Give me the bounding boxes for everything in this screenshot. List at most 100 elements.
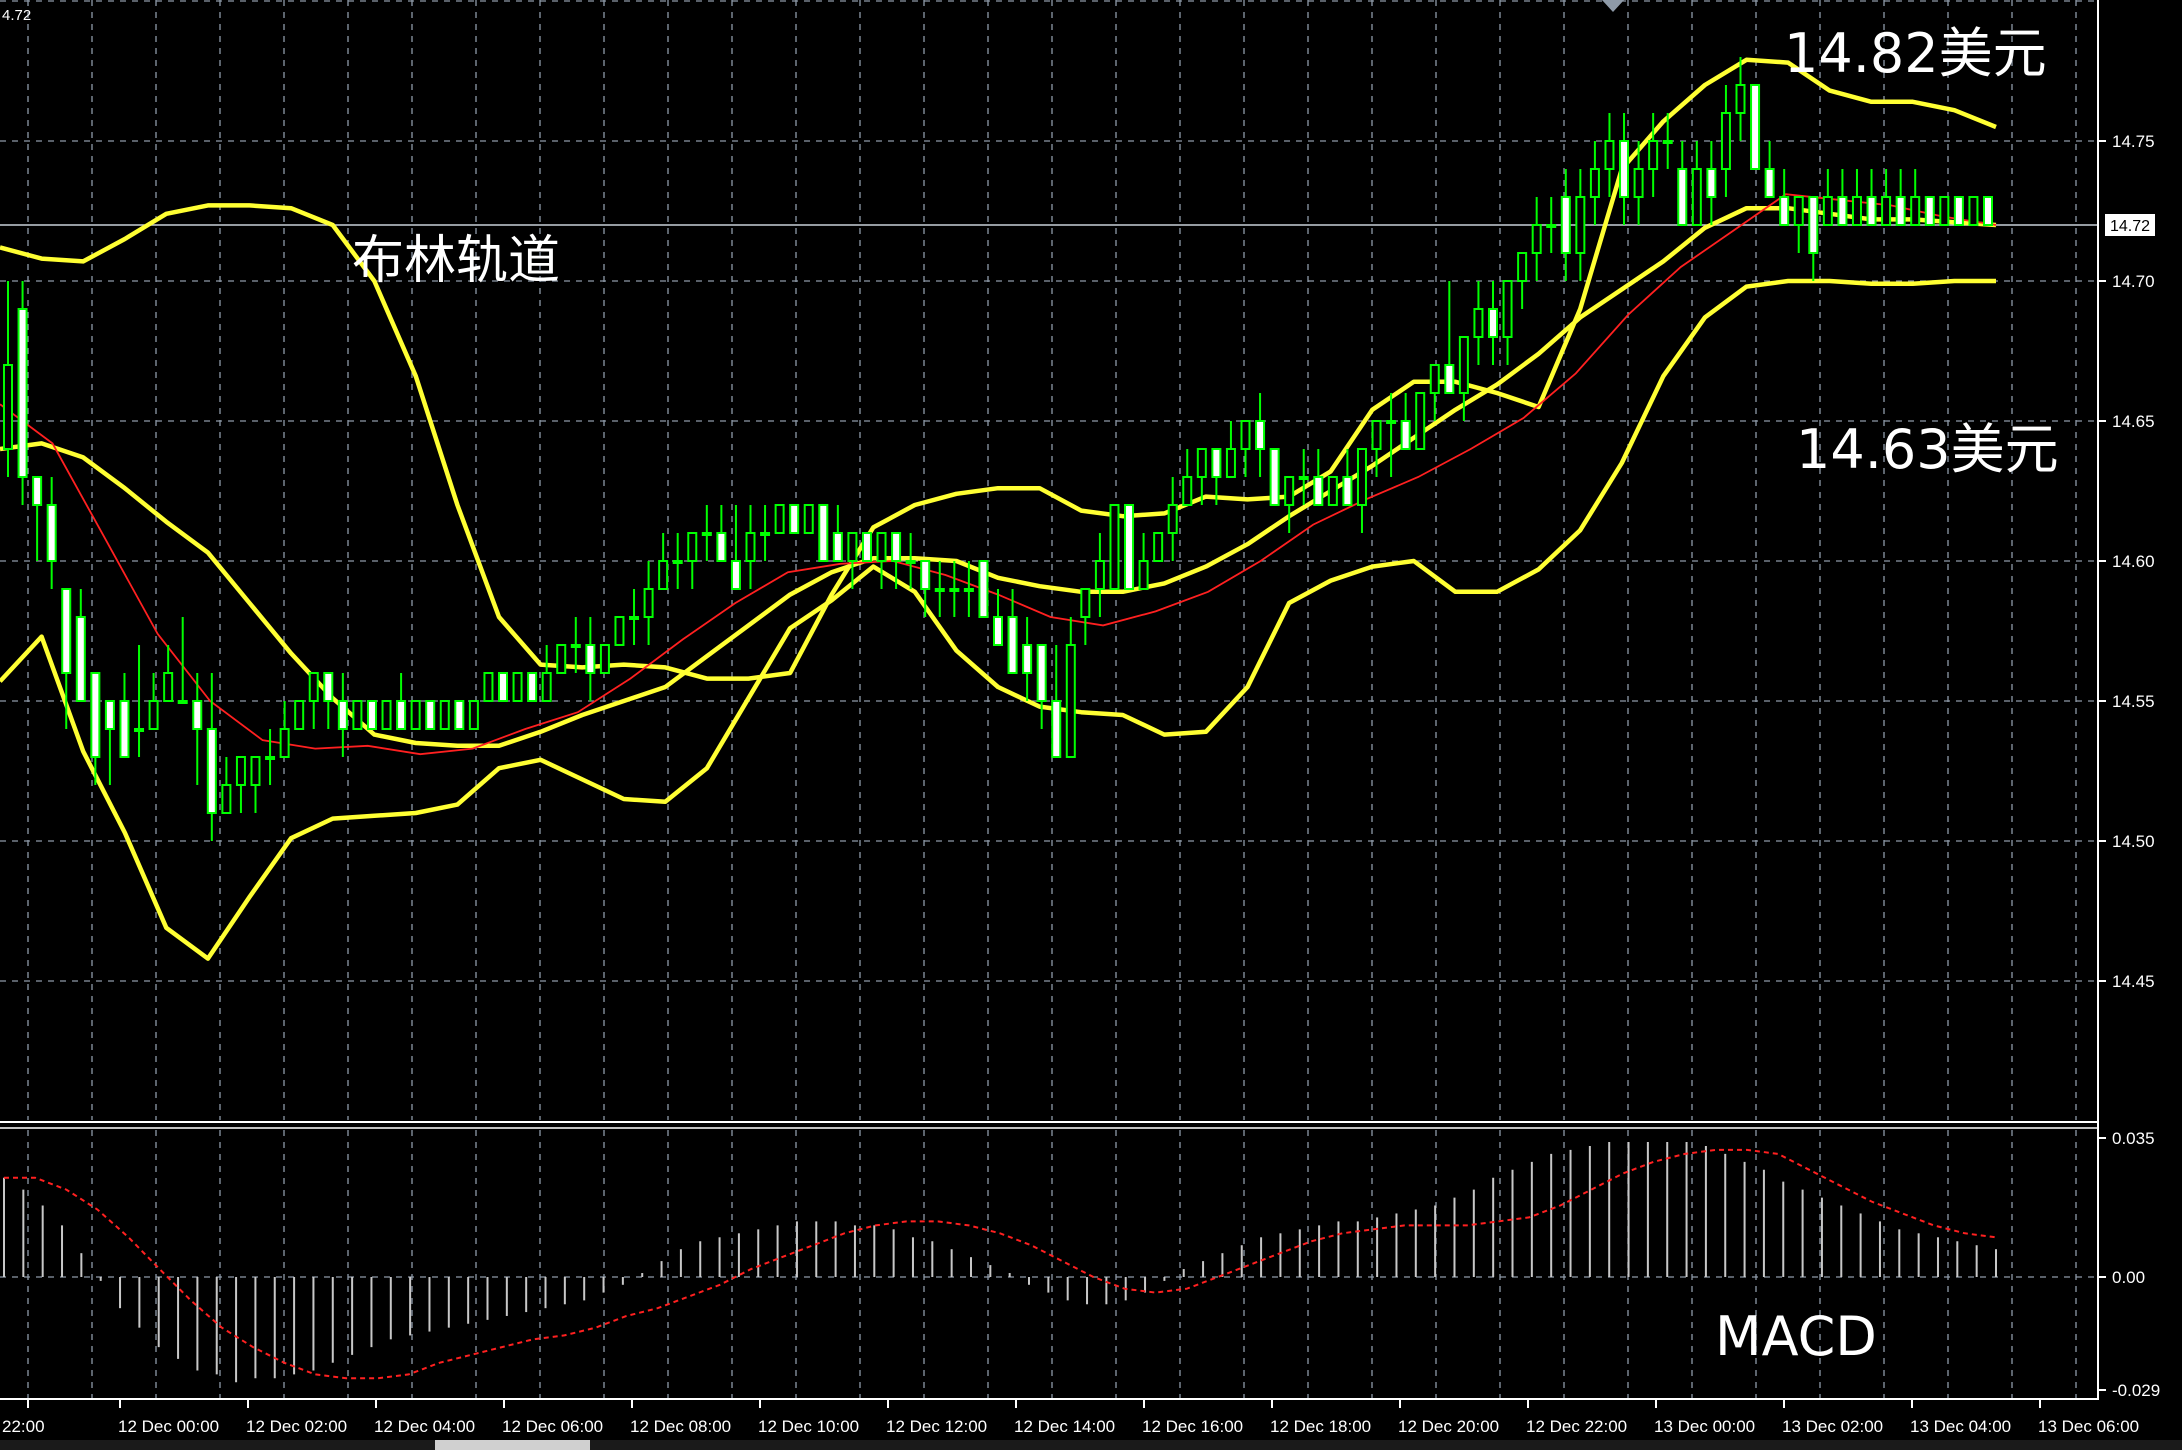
candle-body bbox=[1109, 504, 1120, 590]
time-tick-label: 13 Dec 04:00 bbox=[1910, 1417, 2011, 1436]
candle-body bbox=[716, 532, 727, 562]
candle-body bbox=[1327, 476, 1338, 506]
candle-body bbox=[891, 532, 902, 562]
candle-body bbox=[1881, 196, 1892, 226]
time-axis-ticks: 22:00 12 Dec 00:00 12 Dec 02:00 12 Dec 04:0… bbox=[2, 1399, 2139, 1436]
main-grid bbox=[0, 0, 2098, 1120]
candle-body bbox=[2, 364, 14, 450]
time-tick-label: 13 Dec 06:00 bbox=[2038, 1417, 2139, 1436]
candle-body bbox=[672, 560, 683, 564]
candle-body bbox=[221, 784, 232, 814]
candle-body bbox=[294, 700, 305, 730]
candle-body bbox=[527, 672, 538, 702]
moving-average bbox=[0, 193, 1997, 756]
candle-body bbox=[1182, 476, 1193, 506]
time-tick-label: 12 Dec 20:00 bbox=[1398, 1417, 1499, 1436]
candle-body bbox=[381, 700, 392, 730]
candle-body bbox=[1808, 196, 1819, 254]
macd-signal-line bbox=[4, 1148, 1997, 1380]
candlesticks bbox=[2, 57, 1994, 841]
candle-body bbox=[1240, 420, 1251, 450]
candle-body bbox=[90, 672, 101, 758]
candle-body bbox=[1225, 448, 1236, 478]
candle-body bbox=[614, 616, 625, 646]
candle-body bbox=[32, 476, 43, 506]
candle-body bbox=[1094, 560, 1105, 590]
macd-axis-ticks: 0.035 0.00 -0.029 bbox=[2098, 1129, 2160, 1400]
candle-body bbox=[1284, 476, 1295, 506]
candle-body bbox=[556, 644, 567, 674]
candle-body bbox=[1706, 168, 1717, 198]
candle-body bbox=[1604, 140, 1615, 170]
price-tick-label: 14.45 bbox=[2112, 972, 2155, 991]
candle-body bbox=[1400, 420, 1411, 450]
candle-body bbox=[861, 532, 872, 562]
bottom-strip bbox=[0, 1440, 2182, 1450]
candle-body bbox=[265, 756, 276, 760]
macd-label: MACD bbox=[1715, 1305, 1877, 1368]
macd-tick-label: 0.00 bbox=[2112, 1268, 2145, 1287]
candle-body bbox=[1735, 84, 1746, 114]
candle-body bbox=[1313, 476, 1324, 506]
candle-body bbox=[1371, 420, 1382, 450]
candle-body bbox=[876, 532, 887, 562]
price-tick-label: 14.50 bbox=[2112, 832, 2155, 851]
moving-average-line bbox=[0, 193, 1997, 756]
time-tick-label: 12 Dec 14:00 bbox=[1014, 1417, 1115, 1436]
candle-body bbox=[1167, 504, 1178, 534]
candle-body bbox=[963, 588, 974, 592]
candle-body bbox=[1138, 560, 1149, 590]
candle-body bbox=[992, 616, 1004, 646]
candle-body bbox=[832, 532, 843, 562]
candle-body bbox=[1968, 196, 1979, 226]
time-tick-label: 13 Dec 02:00 bbox=[1782, 1417, 1883, 1436]
candle-body bbox=[323, 672, 334, 702]
candle-body bbox=[789, 504, 800, 534]
candle-body bbox=[17, 308, 28, 478]
candle-body bbox=[745, 532, 756, 562]
candle-body bbox=[134, 728, 145, 732]
candle-body bbox=[1517, 252, 1528, 282]
candle-body bbox=[1560, 196, 1571, 254]
macd-tick-label: 0.035 bbox=[2112, 1129, 2155, 1148]
chart-shift-icon[interactable] bbox=[1602, 0, 1624, 12]
time-tick-label: 12 Dec 08:00 bbox=[630, 1417, 731, 1436]
candle-body bbox=[1750, 84, 1761, 170]
candle-body bbox=[1386, 420, 1397, 424]
horizontal-scrollbar[interactable] bbox=[435, 1440, 590, 1450]
time-tick-label: 12 Dec 22:00 bbox=[1526, 1417, 1627, 1436]
candle-body bbox=[1953, 196, 1964, 226]
candle-body bbox=[1502, 280, 1513, 338]
time-tick-label: 12 Dec 00:00 bbox=[118, 1417, 219, 1436]
candle-body bbox=[483, 672, 494, 702]
candle-body bbox=[599, 644, 610, 674]
candle-body bbox=[934, 588, 945, 592]
time-tick-label: 12 Dec 18:00 bbox=[1270, 1417, 1371, 1436]
candle-body bbox=[643, 588, 654, 618]
candle-body bbox=[1531, 224, 1542, 254]
candle-body bbox=[250, 756, 261, 786]
candle-body bbox=[730, 560, 741, 590]
macd-tick-label: -0.029 bbox=[2112, 1381, 2160, 1400]
price-chart[interactable]: 14.75 14.70 14.65 14.60 14.55 14.50 14.45 0.03… bbox=[0, 0, 2182, 1450]
candle-body bbox=[1211, 448, 1222, 478]
time-tick-label: 12 Dec 04:00 bbox=[374, 1417, 475, 1436]
candle-body bbox=[774, 504, 785, 534]
time-tick-label: 12 Dec 02:00 bbox=[246, 1417, 347, 1436]
candle-body bbox=[75, 616, 86, 702]
candle-body bbox=[1356, 448, 1367, 506]
candle-body bbox=[1691, 168, 1702, 226]
candle-body bbox=[570, 644, 581, 648]
candle-body bbox=[1982, 196, 1994, 226]
price-tick-label: 14.75 bbox=[2112, 132, 2155, 151]
candle-body bbox=[1007, 616, 1018, 674]
candle-body bbox=[1837, 196, 1848, 226]
candle-body bbox=[279, 728, 290, 758]
candle-body bbox=[1648, 140, 1659, 170]
candle-body bbox=[1255, 420, 1266, 450]
price-tick-label: 14.65 bbox=[2112, 412, 2155, 431]
price-axis-ticks: 14.75 14.70 14.65 14.60 14.55 14.50 14.45 bbox=[2098, 132, 2155, 991]
candle-body bbox=[163, 672, 174, 702]
corner-label: 4.72 bbox=[2, 7, 31, 24]
candle-body bbox=[1779, 196, 1790, 226]
